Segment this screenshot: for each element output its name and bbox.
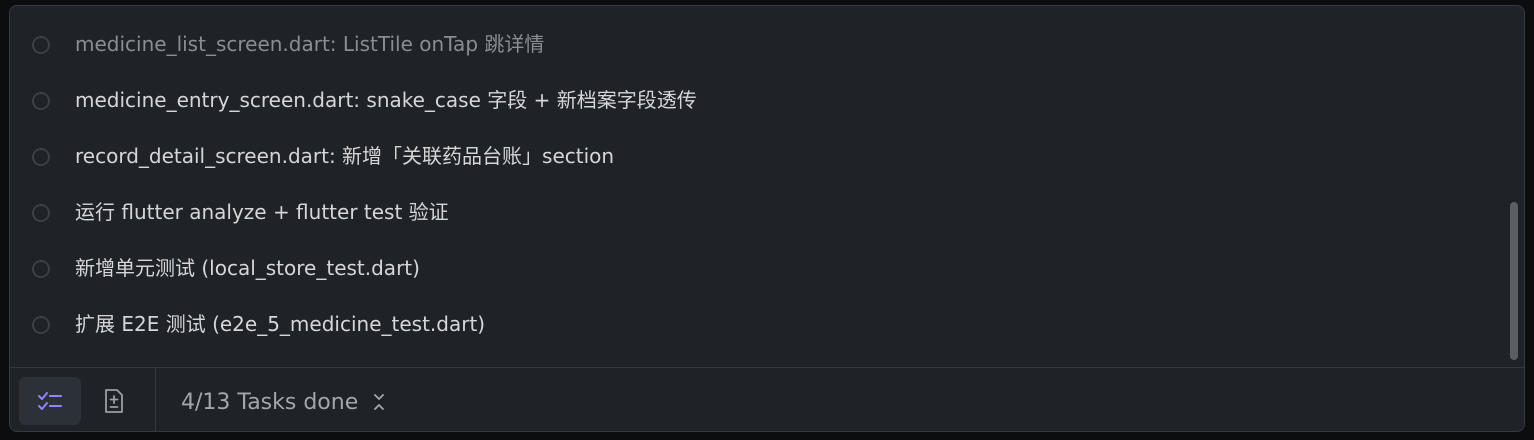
task-item[interactable]: medicine_entry_screen.dart: snake_case 字…: [10, 72, 1504, 128]
task-label: record_detail_screen.dart: 新增「关联药品台账」sec…: [75, 144, 615, 168]
task-checkbox[interactable]: [32, 204, 50, 222]
task-checkbox[interactable]: [32, 260, 50, 278]
footer-divider: [155, 368, 156, 431]
task-item[interactable]: 运行 flutter analyze + flutter test 验证: [10, 184, 1504, 240]
checklist-icon: [38, 392, 62, 410]
panel-footer: 4/13 Tasks done: [10, 367, 1524, 431]
task-checkbox[interactable]: [32, 36, 50, 54]
task-label: medicine_entry_screen.dart: snake_case 字…: [75, 88, 697, 112]
task-item[interactable]: 新增单元测试 (local_store_test.dart): [10, 240, 1504, 296]
task-label: 新增单元测试 (local_store_test.dart): [75, 256, 420, 280]
task-label: 运行 flutter analyze + flutter test 验证: [75, 200, 449, 224]
diff-tab-button[interactable]: [83, 377, 145, 425]
file-diff-icon: [105, 389, 123, 413]
task-item[interactable]: medicine_list_screen.dart: ListTile onTa…: [10, 16, 1504, 72]
task-list[interactable]: medicine_list_screen.dart: ListTile onTa…: [10, 6, 1504, 366]
tasks-summary-toggle[interactable]: 4/13 Tasks done: [181, 388, 386, 416]
tasks-summary-text: 4/13 Tasks done: [181, 389, 359, 415]
scrollbar-thumb[interactable]: [1510, 202, 1518, 360]
task-checkbox[interactable]: [32, 316, 50, 334]
task-item[interactable]: record_detail_screen.dart: 新增「关联药品台账」sec…: [10, 128, 1504, 184]
task-panel: medicine_list_screen.dart: ListTile onTa…: [9, 5, 1525, 432]
task-label: 扩展 E2E 测试 (e2e_5_medicine_test.dart): [75, 312, 486, 336]
task-item[interactable]: 扩展 E2E 测试 (e2e_5_medicine_test.dart): [10, 296, 1504, 352]
chevron-up-down-icon: [374, 394, 385, 410]
task-checkbox[interactable]: [32, 92, 50, 110]
task-label: medicine_list_screen.dart: ListTile onTa…: [75, 32, 545, 56]
tasks-tab-button[interactable]: [19, 377, 81, 425]
task-checkbox[interactable]: [32, 148, 50, 166]
